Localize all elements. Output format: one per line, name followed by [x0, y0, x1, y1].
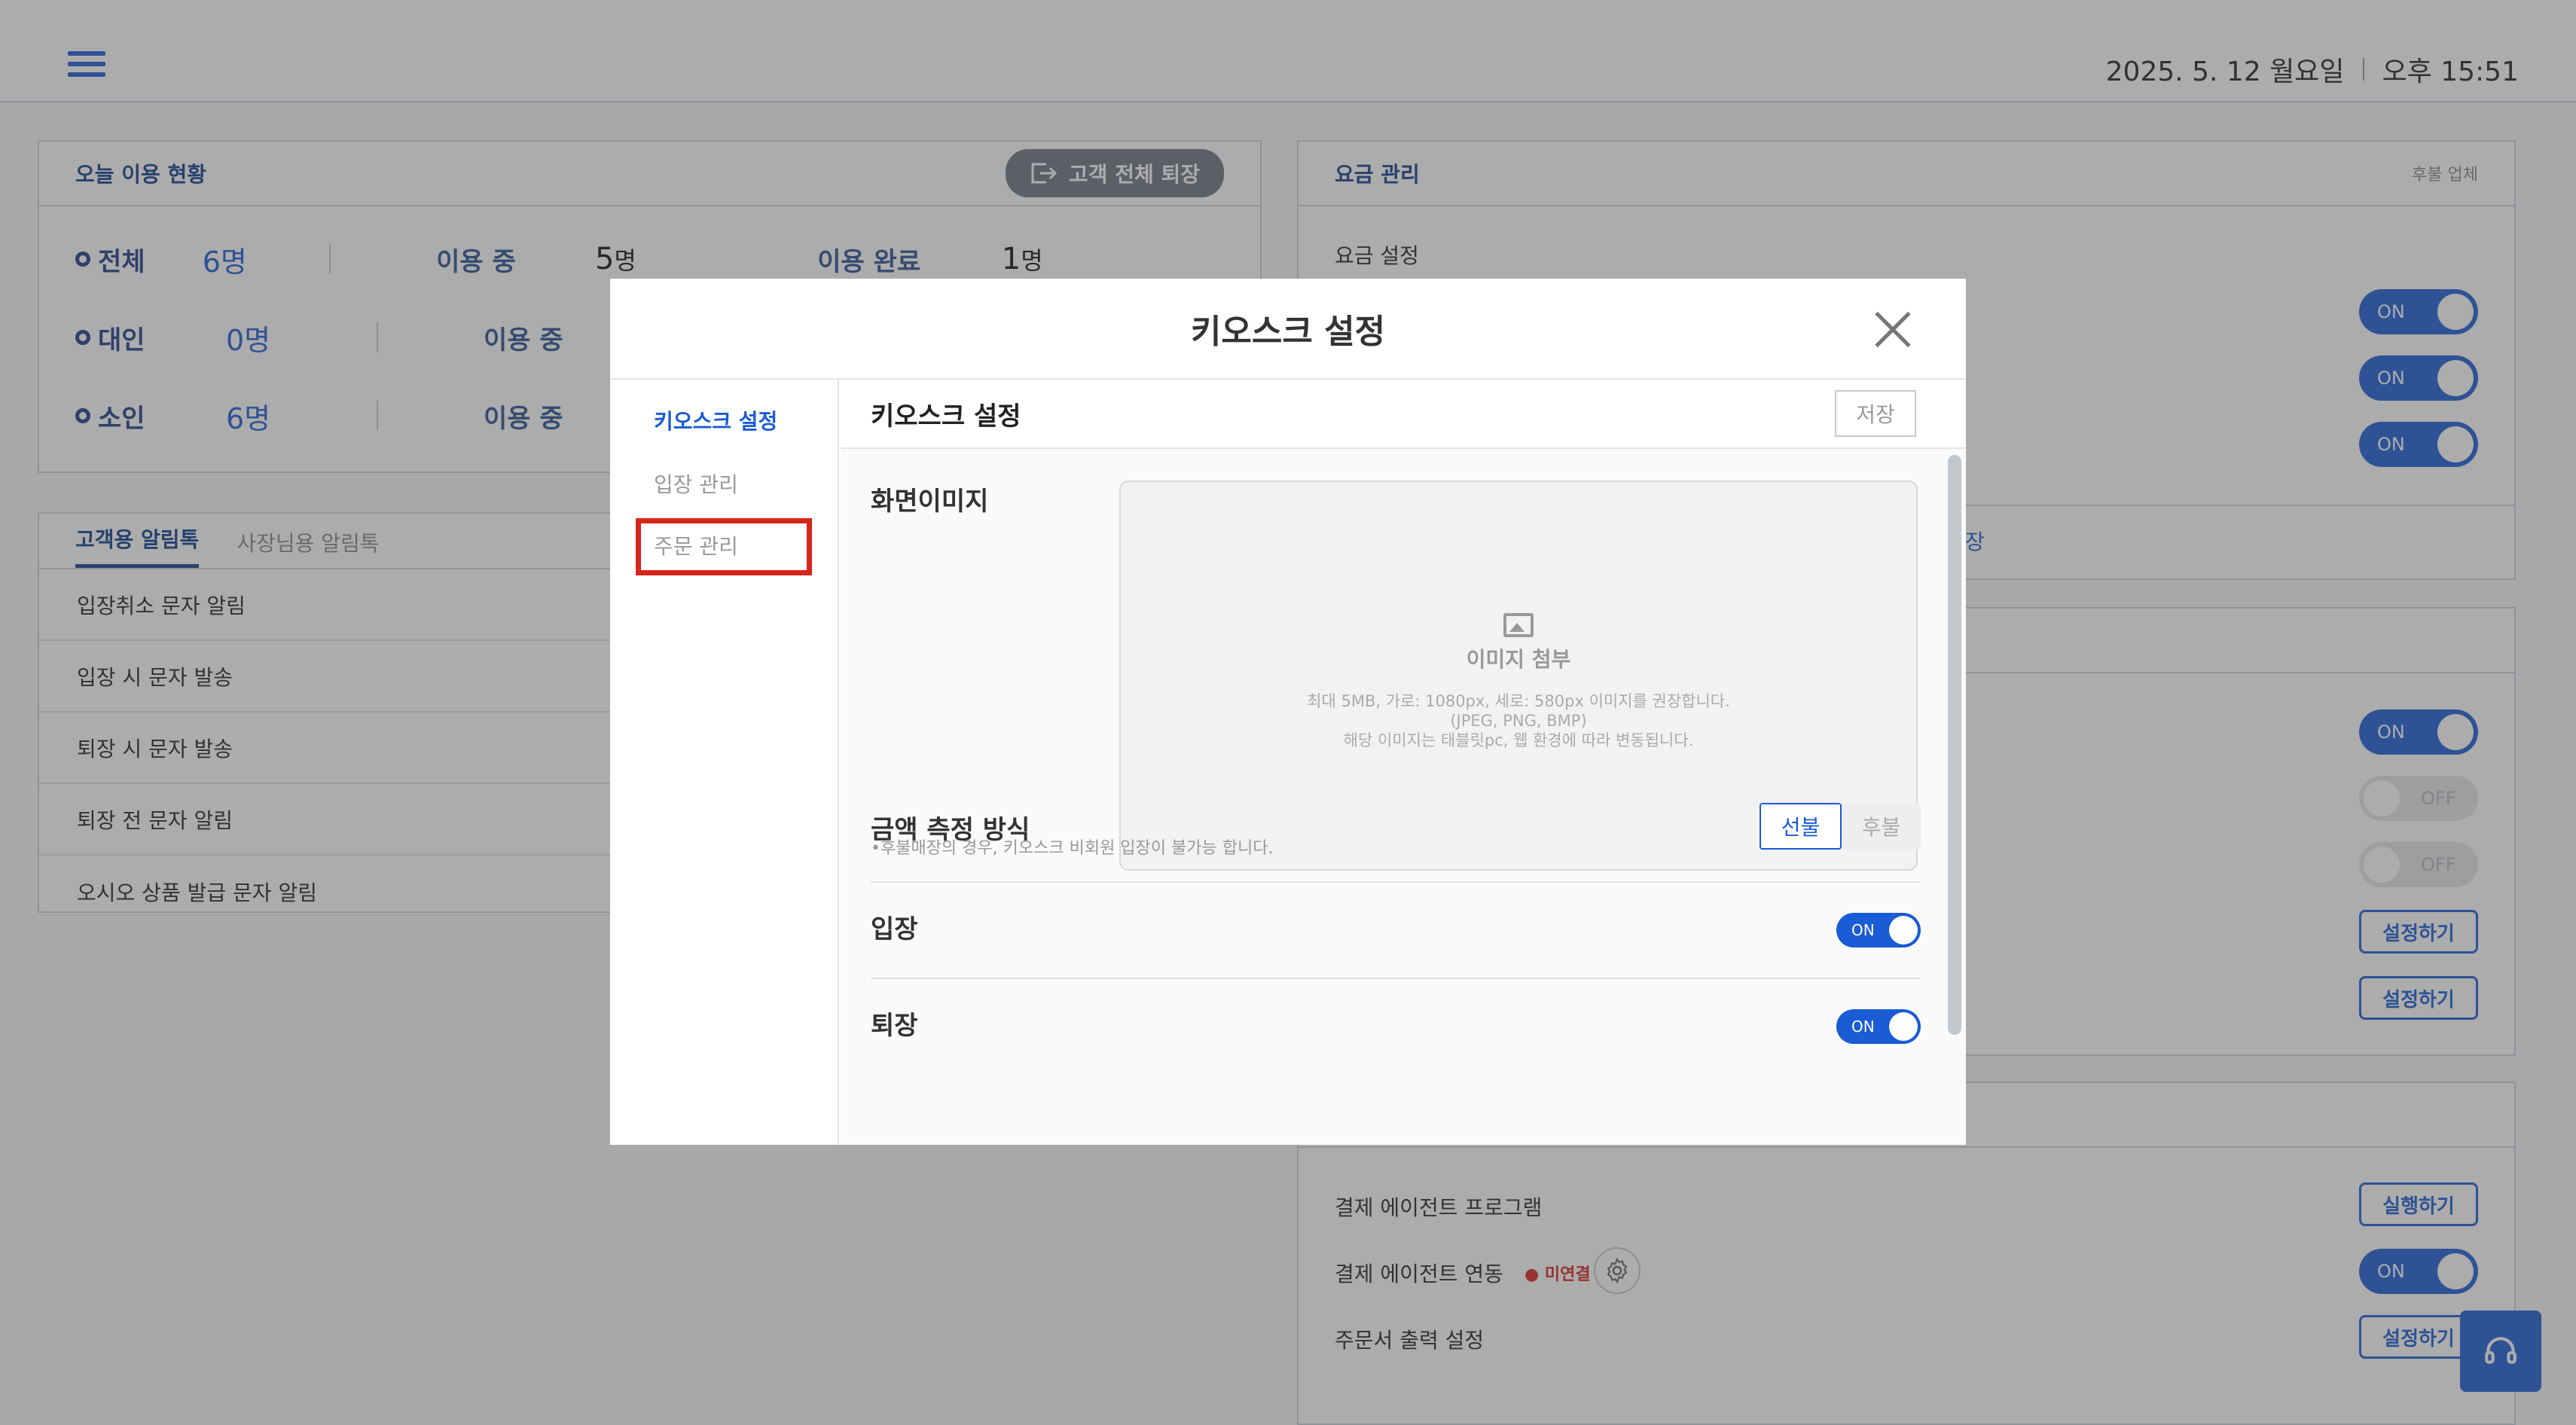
upload-title: 이미지 첨부: [1466, 647, 1571, 672]
kiosk-settings-modal: 키오스크 설정 키오스크 설정 입장 관리 주문 관리 키오스크 설정 저장 화…: [610, 279, 1966, 1145]
highlight-box: [636, 518, 812, 575]
entry-label: 입장: [871, 914, 918, 944]
modal-title: 키오스크 설정: [1190, 313, 1386, 351]
modal-sidebar: 키오스크 설정 입장 관리 주문 관리: [610, 380, 839, 1145]
modal-content: 키오스크 설정 저장 화면이미지 이미지 첨부 최대 5MB, 가로: 1080…: [841, 380, 1966, 1145]
sidebar-item-kiosk-settings[interactable]: 키오스크 설정: [654, 405, 777, 435]
image-icon: [1503, 613, 1534, 637]
content-header: 키오스크 설정 저장: [841, 380, 1966, 449]
modal-header: 키오스크 설정: [610, 279, 1966, 380]
divider: [871, 978, 1921, 979]
prepaid-option[interactable]: 선불: [1760, 803, 1842, 850]
scrollbar[interactable]: [1948, 455, 1961, 1035]
save-button[interactable]: 저장: [1835, 390, 1916, 437]
screen-image-label: 화면이미지: [871, 487, 989, 517]
exit-toggle[interactable]: ON: [1836, 1009, 1921, 1044]
upload-note: 해당 이미지는 태블릿pc, 웹 환경에 따라 변동됩니다.: [1343, 731, 1694, 749]
divider: [871, 881, 1921, 883]
amount-method-note: •후불매장의 경우, 키오스크 비회원 입장이 불가능 합니다.: [871, 839, 1274, 858]
exit-label: 퇴장: [871, 1011, 918, 1041]
entry-toggle[interactable]: ON: [1836, 913, 1921, 947]
upload-note: 최대 5MB, 가로: 1080px, 세로: 580px 이미지를 권장합니다…: [1307, 692, 1730, 710]
sidebar-item-entry-management[interactable]: 입장 관리: [654, 468, 738, 499]
upload-note: (JPEG, PNG, BMP): [1450, 712, 1587, 730]
postpaid-option[interactable]: 후불: [1842, 803, 1921, 850]
payment-mode-selector: 선불 후불: [1760, 803, 1921, 850]
close-icon[interactable]: [1874, 310, 1912, 348]
section-title: 키오스크 설정: [871, 401, 1021, 432]
